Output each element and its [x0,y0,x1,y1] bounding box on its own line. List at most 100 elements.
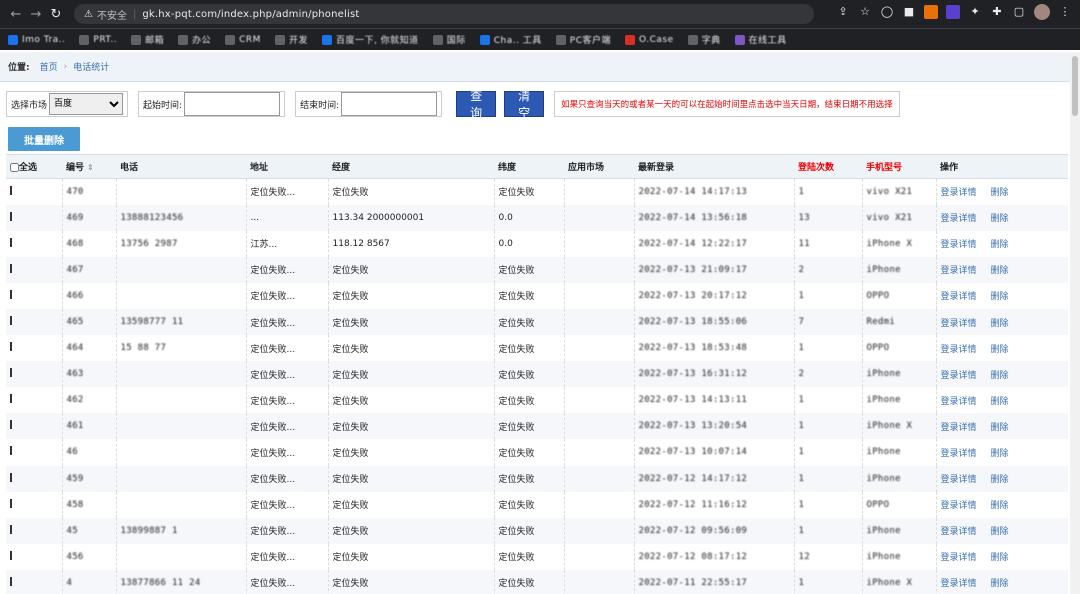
login-detail-link[interactable]: 登录详情 [941,501,977,511]
extension-purple-icon[interactable] [946,5,960,19]
bookmark-item[interactable]: Cha.. 工具 [479,33,542,46]
back-icon[interactable]: ← [6,7,26,22]
bookmark-item[interactable]: 国际 [432,33,466,46]
extension-square-icon[interactable]: ■ [902,5,916,19]
login-detail-link[interactable]: 登录详情 [941,292,977,302]
row-select-cell[interactable] [6,439,63,466]
market-select[interactable]: 百度 [49,93,124,115]
query-button[interactable]: 查询 [456,89,497,120]
bookmark-item[interactable]: 百度一下, 你就知道 [321,33,419,46]
bookmark-item[interactable]: PC客户端 [555,33,611,46]
delete-link[interactable]: 删除 [991,553,1009,563]
delete-link[interactable]: 删除 [991,214,1009,224]
login-detail-link[interactable]: 登录详情 [941,579,977,589]
page-scrollbar[interactable] [1070,52,1080,594]
select-all-checkbox[interactable] [10,163,19,172]
puzzle-icon[interactable]: ✚ [990,5,1004,19]
row-checkbox[interactable] [10,394,12,404]
row-select-cell[interactable] [6,569,63,594]
bookmark-item[interactable]: 开发 [274,33,308,46]
login-detail-link[interactable]: 登录详情 [941,449,977,459]
row-checkbox[interactable] [10,524,12,534]
login-detail-link[interactable]: 登录详情 [941,266,977,276]
row-select-cell[interactable] [6,387,63,414]
bookmark-item[interactable]: O.Case [625,34,674,45]
row-checkbox[interactable] [10,185,12,195]
breadcrumb-home-link[interactable]: 首页 [40,60,58,73]
login-detail-link[interactable]: 登录详情 [941,240,977,250]
sidebar-icon[interactable]: ▢ [1012,5,1026,19]
row-checkbox[interactable] [10,420,12,430]
row-select-cell[interactable] [6,204,63,231]
row-select-cell[interactable] [6,465,63,492]
row-checkbox[interactable] [10,237,12,247]
bookmark-item[interactable]: 邮箱 [131,33,164,46]
bookmark-item[interactable]: 办公 [178,33,211,46]
row-select-cell[interactable] [6,282,63,309]
row-select-cell[interactable] [6,543,63,570]
reload-icon[interactable]: ↻ [46,7,66,22]
row-checkbox[interactable] [10,368,12,378]
delete-link[interactable]: 删除 [991,188,1009,198]
delete-link[interactable]: 删除 [991,292,1009,302]
delete-link[interactable]: 删除 [991,423,1009,433]
row-select-cell[interactable] [6,256,63,283]
bookmark-item[interactable]: CRM [225,34,261,45]
login-detail-link[interactable]: 登录详情 [941,527,977,537]
row-checkbox[interactable] [10,498,12,508]
login-detail-link[interactable]: 登录详情 [941,214,977,224]
row-select-cell[interactable] [6,361,63,388]
delete-link[interactable]: 删除 [991,240,1009,250]
delete-link[interactable]: 删除 [991,345,1009,355]
row-checkbox[interactable] [10,342,12,352]
bookmark-item[interactable]: 字典 [687,33,721,46]
login-detail-link[interactable]: 登录详情 [941,371,977,381]
login-detail-link[interactable]: 登录详情 [941,475,977,485]
row-select-cell[interactable] [6,413,63,440]
id-header[interactable]: 编号 ⇕ [62,154,116,179]
delete-link[interactable]: 删除 [991,501,1009,511]
row-checkbox[interactable] [10,316,12,326]
extension-orange-icon[interactable] [924,5,938,19]
login-detail-link[interactable]: 登录详情 [941,188,977,198]
bookmark-item[interactable]: PRT.. [79,34,117,45]
start-time-input[interactable] [184,92,281,116]
delete-link[interactable]: 删除 [991,475,1009,485]
bookmark-item[interactable]: 在线工具 [734,33,787,46]
row-select-cell[interactable] [6,308,63,336]
login-detail-link[interactable]: 登录详情 [941,319,977,329]
login-detail-link[interactable]: 登录详情 [941,397,977,407]
sort-icon[interactable]: ⇕ [87,163,94,172]
delete-link[interactable]: 删除 [991,371,1009,381]
row-select-cell[interactable] [6,230,63,257]
select-all-header[interactable]: 全选 [6,154,62,179]
delete-link[interactable]: 删除 [991,527,1009,537]
batch-delete-button[interactable]: 批量删除 [8,127,80,151]
breadcrumb-current-link[interactable]: 电话统计 [73,60,109,73]
end-time-input[interactable] [341,92,438,116]
bookmark-star-icon[interactable]: ☆ [858,5,872,19]
extension-circle-icon[interactable]: ◯ [880,5,894,19]
row-checkbox[interactable] [10,289,12,299]
row-checkbox[interactable] [10,576,12,586]
row-checkbox[interactable] [10,263,12,273]
menu-icon[interactable]: ⋮ [1058,5,1072,19]
login-detail-link[interactable]: 登录详情 [941,345,977,355]
delete-link[interactable]: 删除 [991,319,1009,329]
row-checkbox[interactable] [10,446,12,456]
delete-link[interactable]: 删除 [991,266,1009,276]
row-select-cell[interactable] [6,491,63,518]
delete-link[interactable]: 删除 [991,449,1009,459]
login-detail-link[interactable]: 登录详情 [941,423,977,433]
clear-button[interactable]: 清空 [504,89,545,120]
address-bar[interactable]: ⚠ 不安全 | gk.hx-pqt.com/index.php/admin/ph… [74,4,814,24]
row-checkbox[interactable] [10,472,12,482]
row-select-cell[interactable] [6,178,63,205]
share-icon[interactable]: ⇪ [836,5,850,19]
row-select-cell[interactable] [6,335,63,362]
row-select-cell[interactable] [6,517,63,544]
scrollbar-thumb[interactable] [1072,56,1078,116]
row-checkbox[interactable] [10,211,12,221]
extension-gear-icon[interactable]: ✦ [968,5,982,19]
delete-link[interactable]: 删除 [991,579,1009,589]
